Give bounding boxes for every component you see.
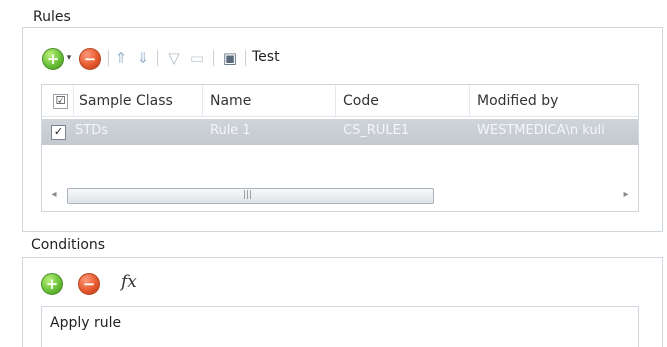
toolbar-separator — [213, 50, 214, 66]
conditions-toolbar: + − fx — [41, 270, 161, 298]
cell-modified-by: WESTMEDICA\n kuli — [477, 123, 605, 138]
row-checkbox[interactable]: ✓ — [51, 125, 66, 140]
column-header-name[interactable]: Name — [210, 93, 251, 109]
cell-sample-class: STDs — [75, 123, 108, 138]
rules-group-title: Rules — [33, 9, 71, 25]
table-row[interactable]: ✓ STDs Rule 1 CS_RULE1 WESTMEDICA\n kuli — [42, 119, 638, 145]
toolbar-separator — [245, 50, 246, 66]
remove-rule-button[interactable]: − — [79, 48, 101, 70]
clear-filter-icon[interactable]: ▭ — [188, 49, 206, 67]
conditions-group-title: Conditions — [31, 237, 106, 253]
grid-header: ☑ Sample Class Name Code Modified by — [42, 85, 638, 117]
condition-text: Apply rule — [50, 315, 122, 331]
add-condition-button[interactable]: + — [41, 273, 63, 295]
test-button[interactable]: Test — [252, 49, 280, 65]
toolbar-separator — [108, 50, 109, 66]
arrow-up-icon[interactable]: ⇑ — [113, 49, 129, 67]
rules-grid: ☑ Sample Class Name Code Modified by ✓ S… — [41, 84, 639, 212]
test-icon[interactable]: ▣ — [221, 49, 239, 67]
toolbar-separator — [157, 50, 158, 66]
select-all-checkbox[interactable]: ☑ — [53, 94, 68, 109]
conditions-editor[interactable]: Apply rule — [41, 306, 639, 347]
filter-icon[interactable]: ▽ — [166, 49, 182, 67]
scroll-right-icon[interactable]: ▸ — [619, 188, 633, 202]
horizontal-scrollbar[interactable]: ◂ ||| ▸ — [45, 186, 635, 204]
minus-icon: − — [83, 50, 97, 68]
add-rule-button[interactable]: + — [42, 48, 64, 70]
rules-toolbar: + ▾ − ⇑ ⇓ ▽ ▭ ▣ Test — [42, 43, 402, 73]
scroll-left-icon[interactable]: ◂ — [47, 188, 61, 202]
chevron-down-icon[interactable]: ▾ — [64, 49, 74, 67]
cell-code: CS_RULE1 — [343, 123, 410, 138]
column-header-code[interactable]: Code — [343, 93, 379, 109]
column-header-sample-class[interactable]: Sample Class — [79, 93, 173, 109]
scrollbar-thumb[interactable]: ||| — [67, 188, 434, 204]
arrow-down-icon[interactable]: ⇓ — [135, 49, 151, 67]
minus-icon: − — [82, 275, 96, 293]
remove-condition-button[interactable]: − — [78, 273, 100, 295]
cell-name: Rule 1 — [210, 123, 251, 138]
plus-icon: + — [46, 50, 60, 68]
column-header-modified-by[interactable]: Modified by — [477, 93, 558, 109]
plus-icon: + — [45, 275, 59, 293]
function-button[interactable]: fx — [121, 272, 137, 292]
grip-icon: ||| — [243, 190, 253, 200]
